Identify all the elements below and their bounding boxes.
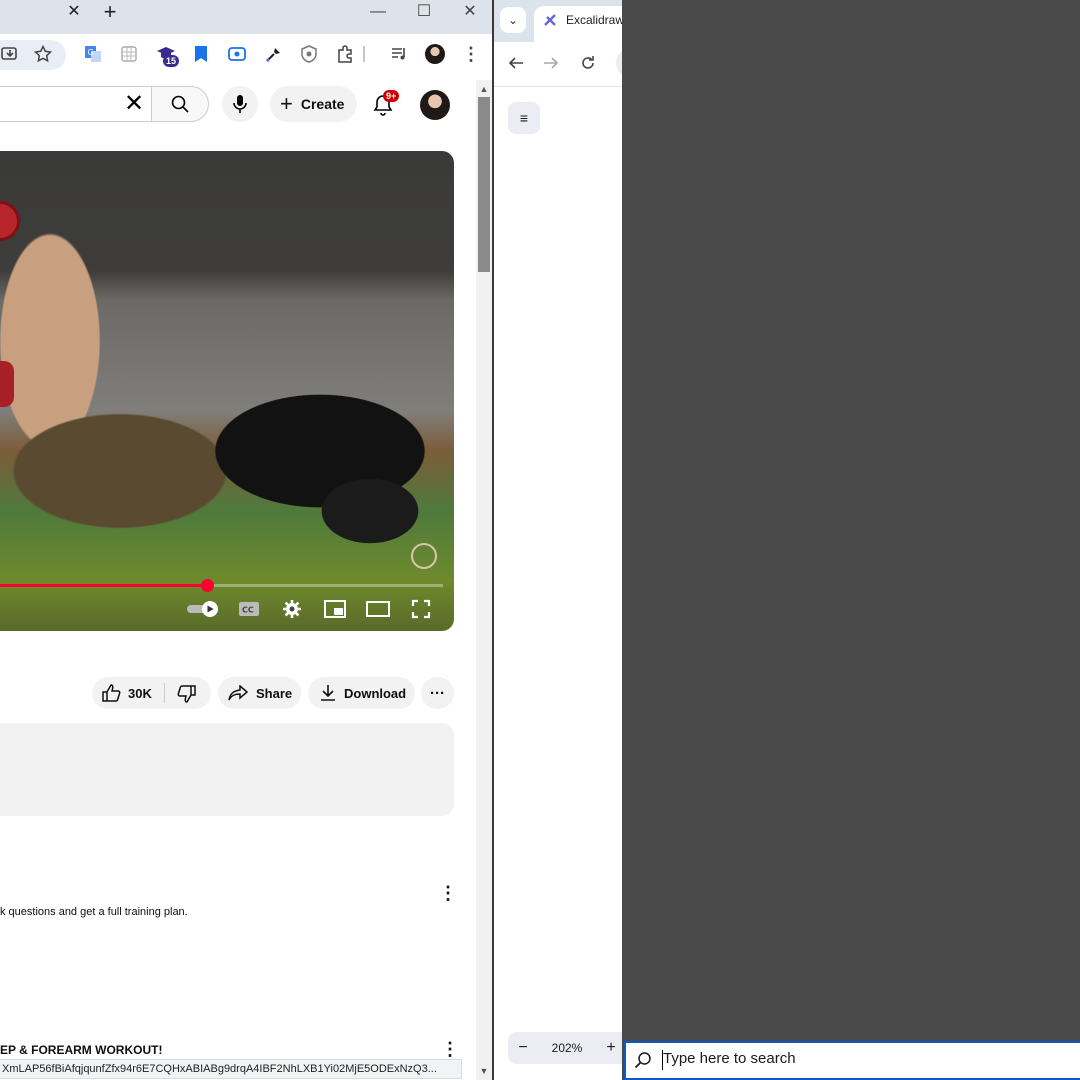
video-player[interactable]: CC bbox=[0, 151, 454, 631]
extension-grid-icon[interactable] bbox=[119, 44, 139, 64]
thumbs-down-icon bbox=[177, 685, 196, 703]
back-button[interactable] bbox=[505, 52, 527, 74]
svg-text:CC: CC bbox=[242, 606, 254, 615]
scroll-up-arrow-icon[interactable]: ▲ bbox=[478, 84, 490, 94]
download-label: Download bbox=[344, 685, 407, 701]
media-queue-icon[interactable] bbox=[389, 44, 409, 64]
create-label: Create bbox=[300, 96, 345, 112]
bookmark-icon[interactable] bbox=[191, 44, 211, 64]
forward-arrow-icon bbox=[544, 57, 559, 69]
progress-played bbox=[0, 584, 207, 587]
toolbar-divider bbox=[494, 86, 622, 87]
captions-icon: CC bbox=[239, 602, 259, 616]
more-horizontal-icon: ··· bbox=[430, 684, 445, 702]
excalidraw-menu-button[interactable]: ≡ bbox=[508, 102, 540, 134]
close-window-button[interactable]: ✕ bbox=[460, 2, 480, 22]
zoom-out-button[interactable]: − bbox=[508, 1039, 538, 1057]
taskbar-search-placeholder: Type here to search bbox=[663, 1050, 796, 1067]
search-icon bbox=[634, 1051, 652, 1069]
download-button[interactable]: Download bbox=[308, 677, 415, 709]
fullscreen-icon bbox=[411, 599, 431, 619]
gear-icon bbox=[283, 600, 301, 618]
like-divider bbox=[164, 683, 165, 703]
settings-button[interactable] bbox=[278, 597, 306, 621]
recommended-video-title[interactable]: EP & FOREARM WORKOUT! bbox=[0, 1043, 162, 1057]
excalidraw-favicon bbox=[543, 13, 559, 32]
dumbbell-handle bbox=[0, 361, 14, 407]
create-button[interactable]: + Create bbox=[270, 86, 357, 122]
dumbbell-plate bbox=[0, 201, 20, 241]
reload-button[interactable] bbox=[577, 52, 599, 74]
fullscreen-button[interactable] bbox=[407, 597, 435, 621]
like-dislike-group: 30K bbox=[92, 677, 211, 709]
youtube-account-avatar[interactable] bbox=[420, 90, 450, 120]
dislike-button[interactable] bbox=[176, 685, 196, 706]
back-arrow-icon bbox=[508, 57, 523, 69]
progress-scrubber[interactable] bbox=[201, 579, 214, 592]
zoom-level[interactable]: 202% bbox=[538, 1041, 596, 1055]
scrollbar-thumb[interactable] bbox=[478, 97, 490, 272]
search-icon bbox=[171, 95, 189, 113]
bookmark-star-icon[interactable] bbox=[33, 44, 53, 64]
tab-search-button[interactable]: ⌄ bbox=[500, 7, 526, 33]
tab-title: Excalidraw bbox=[566, 13, 622, 27]
pinned-comment-text: k questions and get a full training plan… bbox=[0, 906, 188, 918]
color-picker-icon[interactable] bbox=[264, 44, 284, 64]
plus-icon: + bbox=[280, 91, 293, 116]
scroll-down-arrow-icon[interactable]: ▼ bbox=[478, 1066, 490, 1076]
google-translate-icon[interactable]: G bbox=[83, 44, 103, 64]
extensions-puzzle-icon[interactable] bbox=[335, 44, 355, 64]
subtitles-button[interactable]: CC bbox=[235, 597, 263, 621]
miniplayer-button[interactable] bbox=[321, 597, 349, 621]
screen-capture-icon[interactable] bbox=[227, 44, 247, 64]
maximize-button[interactable]: ☐ bbox=[414, 2, 434, 22]
share-label: Share bbox=[256, 685, 293, 701]
search-clear-icon[interactable]: ✕ bbox=[124, 90, 144, 118]
voice-search-button[interactable] bbox=[222, 86, 258, 122]
recommended-options-icon[interactable]: ⋮ bbox=[441, 1040, 459, 1058]
notification-count-badge: 9+ bbox=[383, 90, 400, 102]
channel-watermark[interactable] bbox=[411, 543, 437, 569]
search-button[interactable] bbox=[151, 86, 209, 122]
desktop-background bbox=[622, 0, 1080, 1040]
shield-icon[interactable] bbox=[299, 44, 319, 64]
link-status-bubble: XmLAP56fBiAfqjqunfZfx94r6E7CQHxABIABg9dr… bbox=[0, 1059, 462, 1079]
share-icon bbox=[228, 685, 248, 701]
download-icon bbox=[321, 685, 335, 701]
video-description[interactable] bbox=[0, 723, 454, 816]
install-app-icon[interactable] bbox=[0, 44, 20, 64]
profile-avatar[interactable] bbox=[425, 44, 445, 64]
toolbar-separator bbox=[363, 46, 365, 62]
like-button[interactable] bbox=[102, 684, 122, 705]
more-actions-button[interactable]: ··· bbox=[421, 677, 454, 709]
extension-badge: 15 bbox=[163, 55, 180, 67]
theater-icon bbox=[366, 601, 390, 617]
chrome-window-excalidraw: ⌄ Excalidraw ≡ − 202% + bbox=[494, 0, 622, 1080]
hamburger-menu-icon: ≡ bbox=[519, 110, 529, 126]
minimize-button[interactable]: — bbox=[368, 2, 388, 22]
reload-icon bbox=[582, 56, 594, 69]
chrome-menu-icon[interactable]: ⋮ bbox=[461, 44, 481, 64]
tab-close-button[interactable]: ✕ bbox=[66, 4, 82, 20]
autoplay-toggle[interactable] bbox=[185, 597, 221, 621]
thumbs-up-icon bbox=[102, 684, 121, 702]
theater-mode-button[interactable] bbox=[364, 597, 392, 621]
chevron-down-icon: ⌄ bbox=[507, 13, 519, 27]
forward-button[interactable] bbox=[540, 52, 562, 74]
svg-text:G: G bbox=[88, 48, 94, 57]
microphone-icon bbox=[233, 95, 247, 113]
chrome-window-youtube: ✕ + — ☐ ✕ G 15 ⋮ ✕ + Create 9+ CC 30K Sh… bbox=[0, 0, 492, 1080]
like-count: 30K bbox=[128, 686, 152, 701]
youtube-masthead: ✕ + Create 9+ bbox=[0, 80, 476, 130]
share-button[interactable]: Share bbox=[218, 677, 301, 709]
zoom-in-button[interactable]: + bbox=[596, 1039, 622, 1057]
zoom-controls: − 202% + bbox=[508, 1032, 622, 1064]
miniplayer-icon bbox=[324, 600, 346, 618]
comment-options-icon[interactable]: ⋮ bbox=[439, 884, 457, 902]
new-tab-button[interactable]: + bbox=[101, 1, 119, 23]
autoplay-icon bbox=[187, 601, 218, 617]
